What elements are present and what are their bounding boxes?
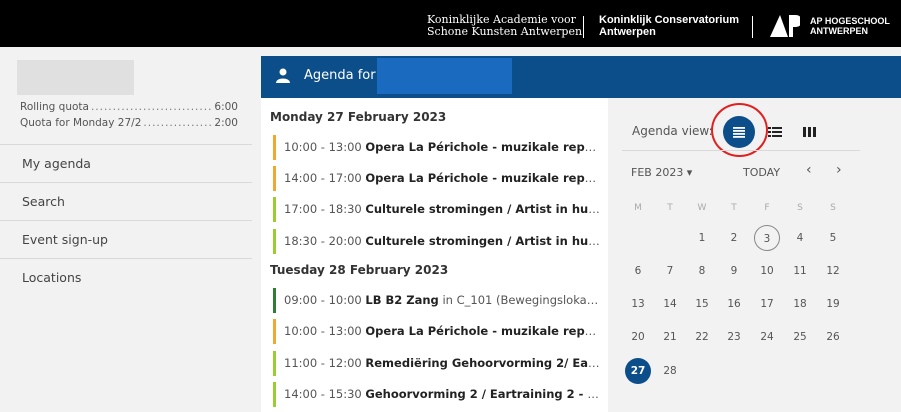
calendar-day[interactable]: 15 (689, 291, 715, 317)
event-color-bar (273, 319, 276, 344)
sidebar-item-search[interactable]: Search (0, 182, 252, 220)
calendar-day[interactable]: 5 (820, 225, 846, 251)
event-color-bar (273, 288, 276, 313)
event-color-bar (273, 166, 276, 191)
quota-day: Quota for Monday 27/2 2:00 (20, 117, 238, 129)
calendar-day[interactable]: 26 (820, 324, 846, 350)
event-item[interactable]: 09:00 - 10:00 LB B2 Zang in C_101 (Beweg… (273, 288, 601, 313)
institution-bar: Koninklijke Academie voor Schone Kunsten… (0, 0, 901, 47)
calendar-day[interactable]: 9 (721, 258, 747, 284)
calendar-day[interactable]: 8 (689, 258, 715, 284)
calendar-day[interactable]: 3 (754, 225, 780, 251)
sidebar-item-event-sign-up[interactable]: Event sign-up (0, 220, 252, 258)
divider (752, 16, 753, 38)
list-detail-icon (768, 127, 782, 137)
event-item[interactable]: 17:00 - 18:30 Culturele stromingen / Art… (273, 197, 601, 222)
divider (622, 150, 860, 151)
calendar-day[interactable]: 14 (657, 291, 683, 317)
day-heading: Monday 27 February 2023 (270, 110, 447, 124)
agenda-owner-redacted (377, 58, 512, 94)
weekday-label: W (697, 203, 707, 213)
calendar-day[interactable]: 1 (689, 225, 715, 251)
calendar-day[interactable]: 7 (657, 258, 683, 284)
event-item[interactable]: 18:30 - 20:00 Culturele stromingen / Art… (273, 229, 601, 254)
day-heading: Tuesday 28 February 2023 (270, 263, 449, 277)
institution-conservatorium[interactable]: Koninklijk Conservatorium Antwerpen (599, 14, 739, 38)
calendar-day[interactable]: 25 (787, 324, 813, 350)
calendar-day[interactable]: 10 (754, 258, 780, 284)
sidebar-item-my-agenda[interactable]: My agenda (0, 144, 252, 182)
event-list: Monday 27 February 2023 10:00 - 13:00 Op… (261, 98, 608, 412)
weekday-label: S (797, 203, 803, 213)
event-item[interactable]: 10:00 - 13:00 Opera La Périchole - muzik… (273, 135, 601, 160)
today-button[interactable]: TODAY (743, 166, 780, 179)
calendar-day[interactable]: 6 (625, 258, 651, 284)
calendar-day[interactable]: 28 (657, 358, 683, 384)
calendar-day[interactable]: 20 (625, 324, 651, 350)
calendar-day[interactable]: 13 (625, 291, 651, 317)
event-item[interactable]: 14:00 - 17:00 Opera La Périchole - muzik… (273, 166, 601, 191)
institution-ap-hogeschool[interactable]: AP HOGESCHOOL ANTWERPEN (810, 16, 890, 36)
event-item[interactable]: 14:00 - 15:30 Gehoorvorming 2 / Eartrain… (273, 382, 601, 407)
calendar-day[interactable]: 18 (787, 291, 813, 317)
weekday-label: T (667, 203, 673, 213)
event-item[interactable]: 11:00 - 12:00 Remediëring Gehoorvorming … (273, 351, 601, 376)
event-color-bar (273, 382, 276, 407)
event-color-bar (273, 197, 276, 222)
calendar-day-selected[interactable]: 27 (625, 358, 651, 384)
sidebar-item-locations[interactable]: Locations (0, 258, 252, 296)
calendar-day[interactable]: 17 (754, 291, 780, 317)
calendar-day[interactable]: 22 (689, 324, 715, 350)
calendar-day[interactable]: 4 (787, 225, 813, 251)
agenda-header: Agenda for (261, 56, 901, 98)
columns-icon (802, 127, 816, 137)
calendar-panel: Agenda view: FEB 2023 ▾ TODAY ‹ › M T W T F S… (608, 98, 901, 412)
weekday-label: T (731, 203, 737, 213)
weekday-label: S (830, 203, 836, 213)
week-view-button[interactable] (793, 116, 825, 148)
weekday-label: F (764, 203, 770, 213)
user-name-redacted (17, 60, 134, 95)
event-color-bar (273, 229, 276, 254)
divider (583, 16, 584, 38)
calendar-day[interactable]: 19 (820, 291, 846, 317)
event-color-bar (273, 135, 276, 160)
event-color-bar (273, 351, 276, 376)
calendar-day[interactable]: 11 (787, 258, 813, 284)
calendar-day[interactable]: 2 (721, 225, 747, 251)
calendar-day[interactable]: 24 (754, 324, 780, 350)
month-select[interactable]: FEB 2023 ▾ (631, 166, 692, 179)
next-month-button[interactable]: › (836, 162, 842, 178)
weekday-label: M (634, 203, 642, 213)
sidebar: Rolling quota 6:00 Quota for Monday 27/2… (0, 47, 261, 412)
user-icon (276, 68, 290, 83)
day-view-button[interactable] (759, 116, 791, 148)
institution-academie[interactable]: Koninklijke Academie voor Schone Kunsten… (427, 14, 582, 38)
page-title: Agenda for (304, 68, 376, 83)
calendar-day[interactable]: 23 (721, 324, 747, 350)
calendar-day[interactable]: 12 (820, 258, 846, 284)
prev-month-button[interactable]: ‹ (806, 162, 812, 178)
calendar-day[interactable]: 16 (721, 291, 747, 317)
agenda-view-label: Agenda view: (632, 124, 713, 138)
quota-rolling: Rolling quota 6:00 (20, 101, 238, 113)
calendar-day[interactable]: 21 (657, 324, 683, 350)
ap-logo-icon[interactable] (770, 15, 800, 37)
event-item[interactable]: 10:00 - 13:00 Opera La Périchole - muzik… (273, 319, 601, 344)
